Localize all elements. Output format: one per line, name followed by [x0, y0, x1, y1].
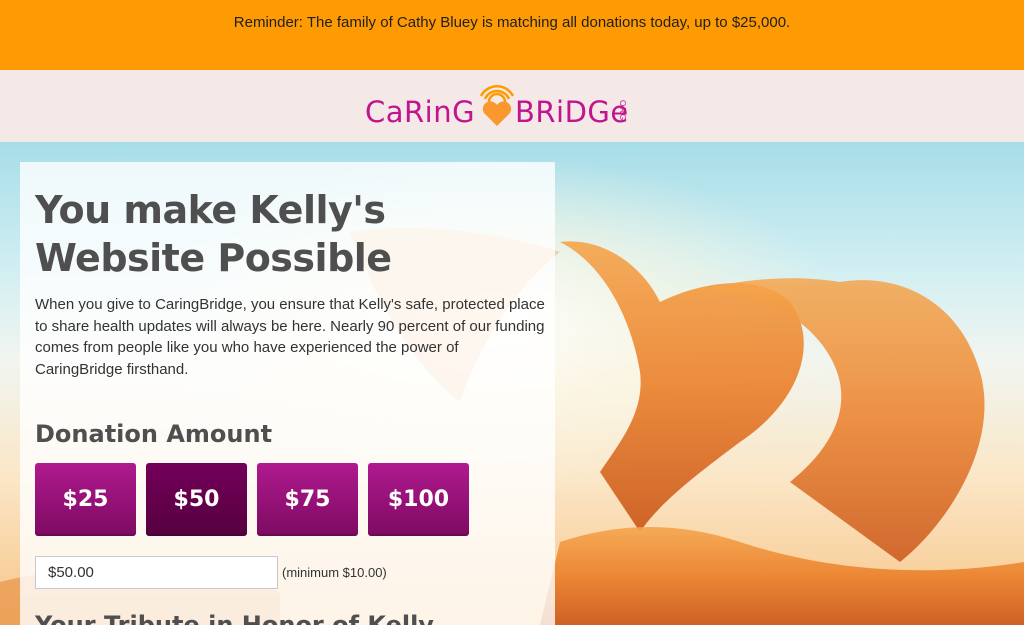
reminder-banner: Reminder: The family of Cathy Bluey is m…	[0, 0, 1024, 70]
logo-text-org: ORG	[618, 100, 627, 122]
minimum-note: (minimum $10.00)	[282, 565, 387, 580]
page-title: You make Kelly's Website Possible	[35, 188, 392, 280]
amount-100-button[interactable]: $100	[368, 463, 469, 536]
logo-text-caring: CaRinG	[365, 95, 476, 129]
amount-options: $25 $50 $75 $100	[35, 463, 540, 536]
custom-amount-input[interactable]	[35, 556, 278, 589]
heart-wifi-icon	[479, 85, 515, 126]
hero-section: You make Kelly's Website Possible When y…	[0, 142, 1024, 625]
reminder-text: Reminder: The family of Cathy Bluey is m…	[233, 14, 791, 31]
logo-text-bridge: BRiDGe	[515, 95, 629, 129]
amount-50-button[interactable]: $50	[146, 463, 247, 536]
description-text: When you give to CaringBridge, you ensur…	[35, 296, 545, 378]
brand-header: CaRinG BRiDGe ORG	[0, 70, 1024, 142]
amount-75-button[interactable]: $75	[257, 463, 358, 536]
donation-panel: You make Kelly's Website Possible When y…	[20, 162, 555, 625]
donation-amount-heading: Donation Amount	[35, 420, 273, 448]
tribute-heading: Your Tribute in Honor of Kelly	[35, 611, 434, 625]
caringbridge-logo[interactable]: CaRinG BRiDGe ORG	[365, 80, 645, 132]
amount-25-button[interactable]: $25	[35, 463, 136, 536]
custom-amount-row: (minimum $10.00)	[35, 556, 540, 589]
